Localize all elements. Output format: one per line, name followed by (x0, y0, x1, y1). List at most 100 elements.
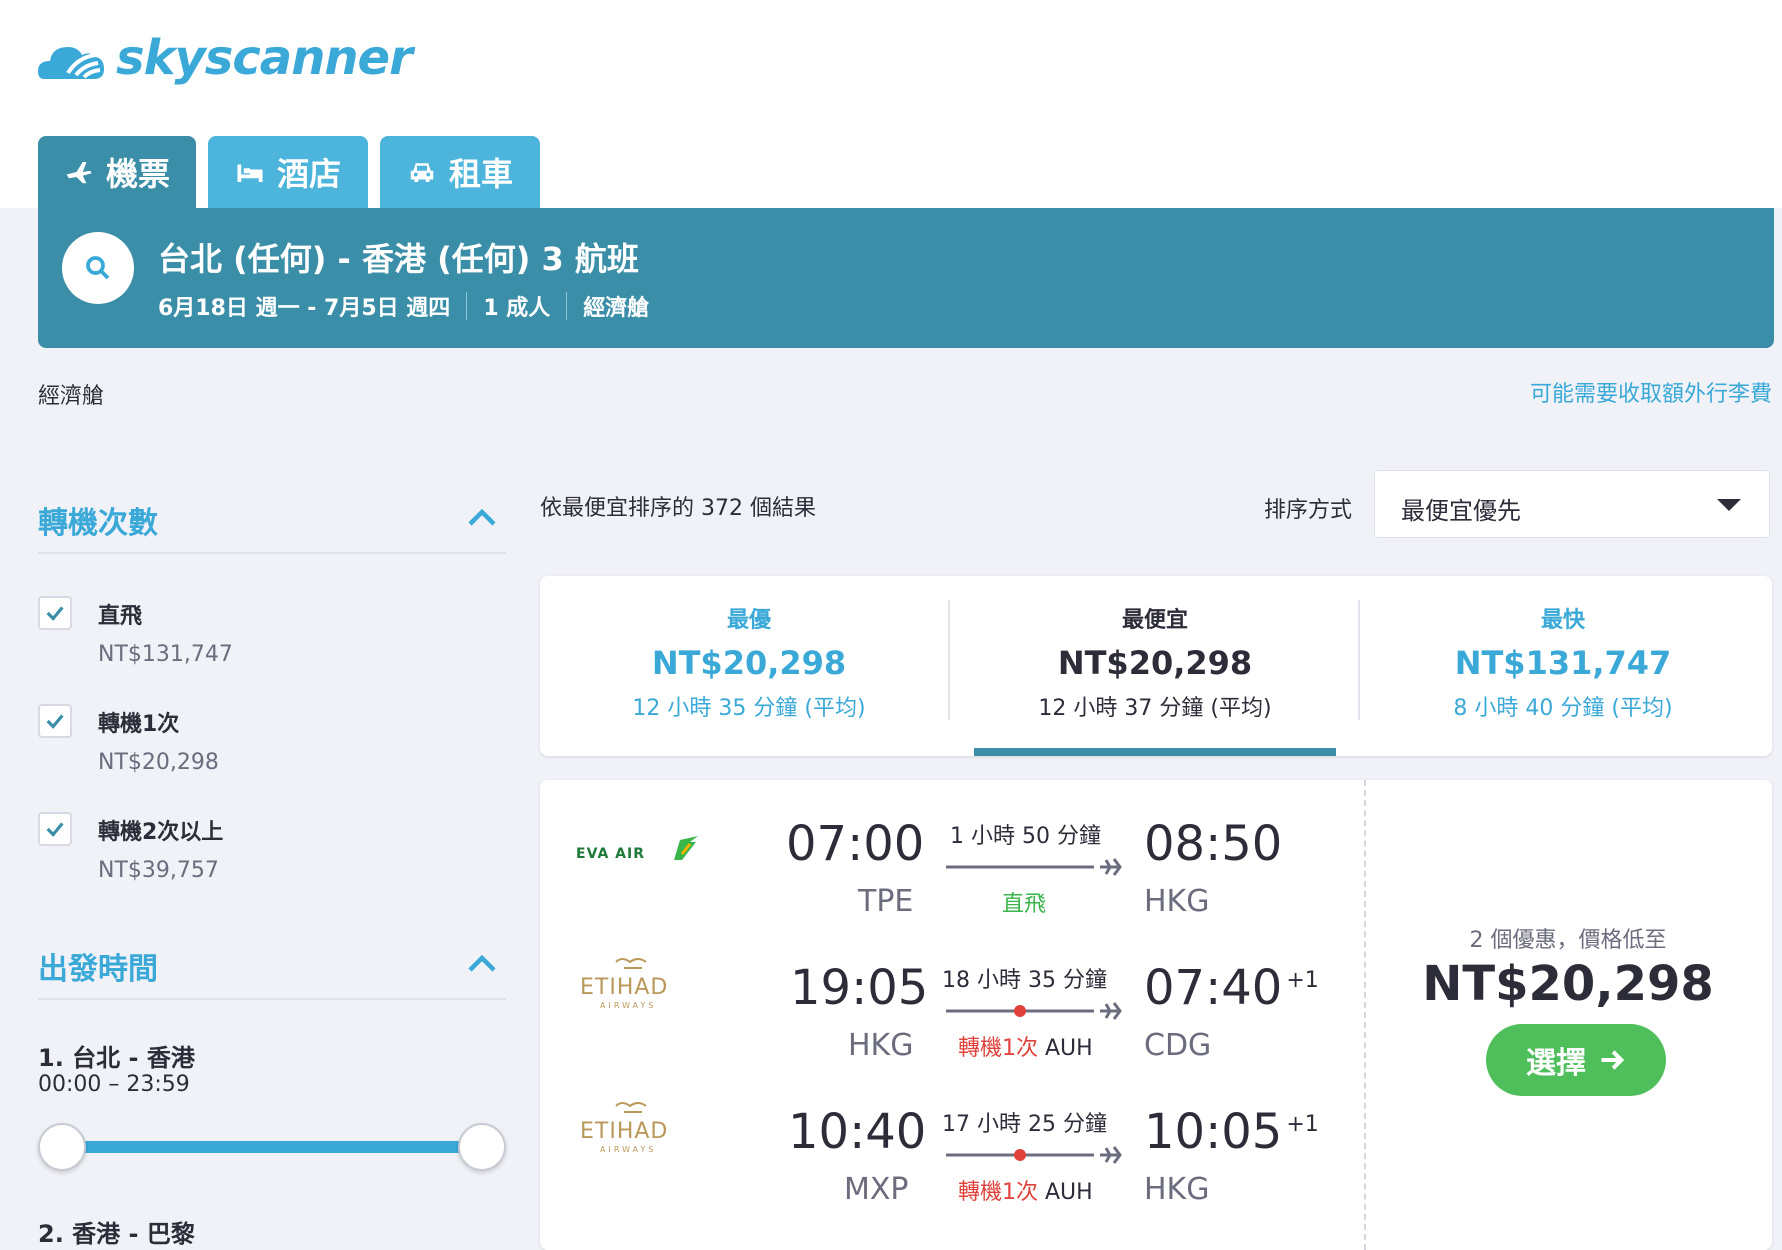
segment-time-range: 00:00 – 23:59 (38, 1072, 190, 1097)
check-icon (46, 822, 64, 837)
etihad-logo-icon: ETIHAD AIRWAYS (580, 958, 668, 1010)
route-line-icon (946, 858, 1122, 876)
flight-result-card[interactable]: EVA AIR 07:00 TPE 1 小時 50 分鐘 直飛 08:50 HK… (540, 780, 1772, 1250)
arrival-time-value: 07:40 (1144, 960, 1283, 1016)
flight-leg: ETIHAD AIRWAYS 19:05 HKG 18 小時 35 分鐘 轉機1… (540, 924, 1364, 1068)
stops-count: 轉機1次 (958, 1036, 1038, 1061)
summary-label: 最便宜 (1121, 608, 1188, 633)
time-slider-end-handle[interactable] (458, 1123, 506, 1171)
sort-label: 排序方式 (1264, 498, 1353, 523)
arrival-airport: HKG (1144, 884, 1210, 919)
sort-selected-value: 最便宜優先 (1401, 497, 1521, 525)
search-button[interactable] (62, 232, 134, 304)
departure-time-filter-title[interactable]: 出發時間 (38, 944, 158, 988)
summary-price: NT$131,747 (1454, 644, 1672, 682)
etihad-wordmark: ETIHAD (580, 975, 668, 1000)
etihad-logo: ETIHAD AIRWAYS (580, 1098, 690, 1162)
baggage-fee-link[interactable]: 可能需要收取額外行李費 (1530, 376, 1772, 408)
svg-text:AIRWAYS: AIRWAYS (600, 1145, 656, 1154)
departure-airport: TPE (858, 884, 914, 919)
deal-price: NT$20,298 (1422, 956, 1714, 1012)
etihad-logo: ETIHAD AIRWAYS (580, 954, 690, 1018)
summary-label: 最快 (1540, 608, 1585, 633)
summary-price: NT$20,298 (1057, 644, 1253, 682)
flight-leg: EVA AIR 07:00 TPE 1 小時 50 分鐘 直飛 08:50 HK… (540, 780, 1364, 924)
arrival-airport: HKG (1144, 1172, 1210, 1207)
tab-label: 租車 (448, 155, 513, 193)
stop-option-label: 轉機2次以上 (98, 820, 224, 845)
stop-option-price: NT$131,747 (98, 642, 233, 667)
svg-text:AIRWAYS: AIRWAYS (600, 1001, 656, 1010)
day-offset: +1 (1286, 968, 1319, 993)
flight-leg: ETIHAD AIRWAYS 10:40 MXP 17 小時 25 分鐘 轉機1… (540, 1068, 1364, 1212)
route-line-icon (946, 1002, 1122, 1020)
logo-cloud-icon (38, 47, 104, 79)
cabin-class-label: 經濟艙 (38, 384, 105, 409)
sort-dropdown[interactable]: 最便宜優先 (1374, 470, 1770, 538)
etihad-logo-icon: ETIHAD AIRWAYS (580, 1102, 668, 1154)
time-slider-track[interactable] (60, 1141, 482, 1153)
caret-down-icon (1717, 499, 1741, 511)
checkbox-one-stop[interactable] (38, 704, 72, 738)
search-passengers: 1 成人 (483, 296, 551, 321)
summary-label: 最優 (726, 608, 771, 633)
stop-airport: AUH (1045, 1036, 1093, 1061)
select-button[interactable]: 選擇 (1486, 1024, 1666, 1096)
check-icon (46, 714, 64, 729)
car-icon (410, 163, 434, 182)
ticket-divider (1364, 780, 1366, 1250)
divider (38, 998, 506, 1000)
etihad-wordmark: ETIHAD (580, 1119, 668, 1144)
tab-label: 機票 (105, 155, 170, 193)
divider (38, 552, 506, 554)
departure-time: 19:05 (790, 960, 929, 1016)
arrow-right-icon (1601, 1050, 1625, 1070)
skyscanner-logo[interactable]: skyscanner (38, 28, 413, 88)
check-icon (46, 606, 64, 621)
logo-text: skyscanner (116, 30, 413, 86)
deals-count-text: 2 個優惠，價格低至 (1469, 928, 1667, 953)
checkbox-direct[interactable] (38, 596, 72, 630)
active-tab-indicator (974, 748, 1336, 756)
tab-flights[interactable]: 機票 (38, 136, 196, 208)
summary-tab-fastest[interactable]: 最快 NT$131,747 8 小時 40 分鐘 (平均) (1358, 576, 1768, 756)
stop-option-label: 轉機1次 (98, 712, 180, 737)
arrival-airport: CDG (1144, 1028, 1212, 1063)
results-count: 依最便宜排序的 372 個結果 (540, 496, 816, 521)
tab-hotels[interactable]: 酒店 (208, 136, 368, 208)
summary-tab-cheapest[interactable]: 最便宜 NT$20,298 12 小時 37 分鐘 (平均) (950, 576, 1360, 756)
bed-icon (237, 164, 263, 182)
stops-info: 轉機1次 AUH (958, 1030, 1093, 1062)
sort-summary-tabs: 最優 NT$20,298 12 小時 35 分鐘 (平均) 最便宜 NT$20,… (540, 576, 1772, 756)
stops-info: 轉機1次 AUH (958, 1174, 1093, 1206)
eva-air-logo: EVA AIR (576, 834, 702, 868)
select-button-label: 選擇 (1526, 1046, 1586, 1081)
eva-air-wordmark: EVA AIR (576, 846, 645, 862)
departure-time: 10:40 (788, 1104, 927, 1160)
arrival-time: 07:40 +1 (1144, 960, 1319, 1016)
arrival-time: 08:50 (1144, 816, 1283, 872)
search-dates: 6月18日 週一 - 7月5日 週四 (158, 296, 451, 321)
tab-car-hire[interactable]: 租車 (380, 136, 540, 208)
stop-airport: AUH (1045, 1180, 1093, 1205)
day-offset: +1 (1286, 1112, 1319, 1137)
arrival-time-value: 10:05 (1144, 1104, 1283, 1160)
chevron-up-icon[interactable] (464, 500, 500, 536)
segment-title: 2. 香港 - 巴黎 (38, 1220, 195, 1248)
chevron-up-icon[interactable] (464, 946, 500, 982)
leg-duration: 18 小時 35 分鐘 (942, 968, 1107, 993)
route-line-icon (946, 1146, 1122, 1164)
tab-label: 酒店 (276, 155, 341, 193)
separator (466, 292, 468, 320)
summary-duration: 12 小時 35 分鐘 (平均) (632, 696, 866, 721)
segment-title: 1. 台北 - 香港 (38, 1044, 195, 1072)
arrival-time: 10:05 +1 (1144, 1104, 1319, 1160)
stop-option-label: 直飛 (98, 604, 143, 629)
summary-tab-best[interactable]: 最優 NT$20,298 12 小時 35 分鐘 (平均) (544, 576, 954, 756)
search-cabin: 經濟艙 (583, 296, 650, 321)
stops-filter-title[interactable]: 轉機次數 (38, 498, 158, 542)
checkbox-two-plus-stops[interactable] (38, 812, 72, 846)
time-slider-start-handle[interactable] (38, 1123, 86, 1171)
stops-count: 轉機1次 (958, 1180, 1038, 1205)
stops-info: 直飛 (1002, 892, 1047, 917)
